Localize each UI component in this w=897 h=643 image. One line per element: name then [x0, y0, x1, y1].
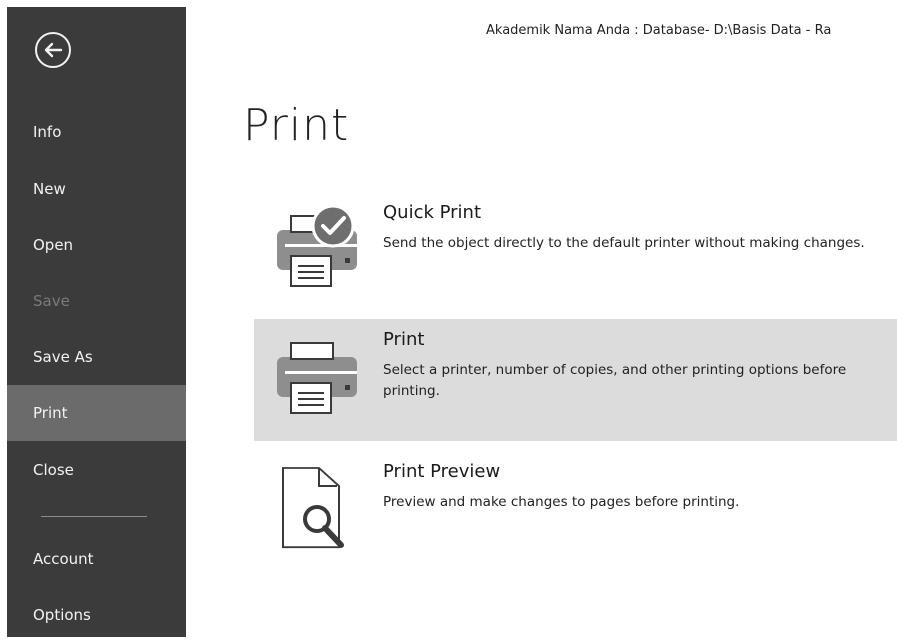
print-preview-description: Preview and make changes to pages before… — [383, 494, 740, 510]
sidebar-item-label: Save As — [33, 348, 93, 366]
sidebar-item-label: Open — [33, 236, 74, 254]
sidebar-divider — [41, 516, 147, 517]
sidebar-item-options[interactable]: Options — [7, 587, 186, 643]
sidebar-item-label: Close — [33, 461, 74, 479]
backstage-sidebar: Info New Open Save Save As Print Close A… — [7, 7, 186, 637]
sidebar-item-label: Save — [33, 292, 70, 310]
print-preview-option[interactable]: Print Preview Preview and make changes t… — [254, 451, 897, 573]
quick-print-description: Send the object directly to the default … — [383, 235, 865, 251]
printer-check-icon — [277, 204, 357, 287]
sidebar-item-save: Save — [7, 273, 186, 329]
sidebar-item-account[interactable]: Account — [7, 531, 186, 587]
back-arrow-icon — [44, 42, 63, 58]
sidebar-item-save-as[interactable]: Save As — [7, 329, 186, 385]
sidebar-item-label: Options — [33, 606, 91, 624]
print-option[interactable]: Print Select a printer, number of copies… — [254, 319, 897, 441]
page-title: Print — [243, 100, 350, 151]
sidebar-item-info[interactable]: Info — [7, 104, 186, 160]
sidebar-item-close[interactable]: Close — [7, 442, 186, 498]
quick-print-title: Quick Print — [383, 202, 482, 223]
sidebar-item-new[interactable]: New — [7, 161, 186, 217]
sidebar-item-label: Info — [33, 123, 62, 141]
printer-icon — [277, 342, 357, 414]
print-title: Print — [383, 329, 425, 350]
sidebar-item-label: Account — [33, 550, 94, 568]
backstage-view: Info New Open Save Save As Print Close A… — [0, 0, 897, 637]
window-title: Akademik Nama Anda : Database- D:\Basis … — [486, 23, 832, 38]
print-preview-icon — [282, 467, 344, 549]
sidebar-item-open[interactable]: Open — [7, 217, 186, 273]
sidebar-item-print[interactable]: Print — [7, 385, 186, 441]
sidebar-item-label: Print — [33, 404, 68, 422]
print-description: Select a printer, number of copies, and … — [383, 362, 847, 399]
back-button[interactable] — [35, 32, 71, 68]
print-preview-title: Print Preview — [383, 461, 501, 482]
sidebar-item-label: New — [33, 180, 66, 198]
quick-print-option[interactable]: Quick Print Send the object directly to … — [254, 192, 897, 314]
